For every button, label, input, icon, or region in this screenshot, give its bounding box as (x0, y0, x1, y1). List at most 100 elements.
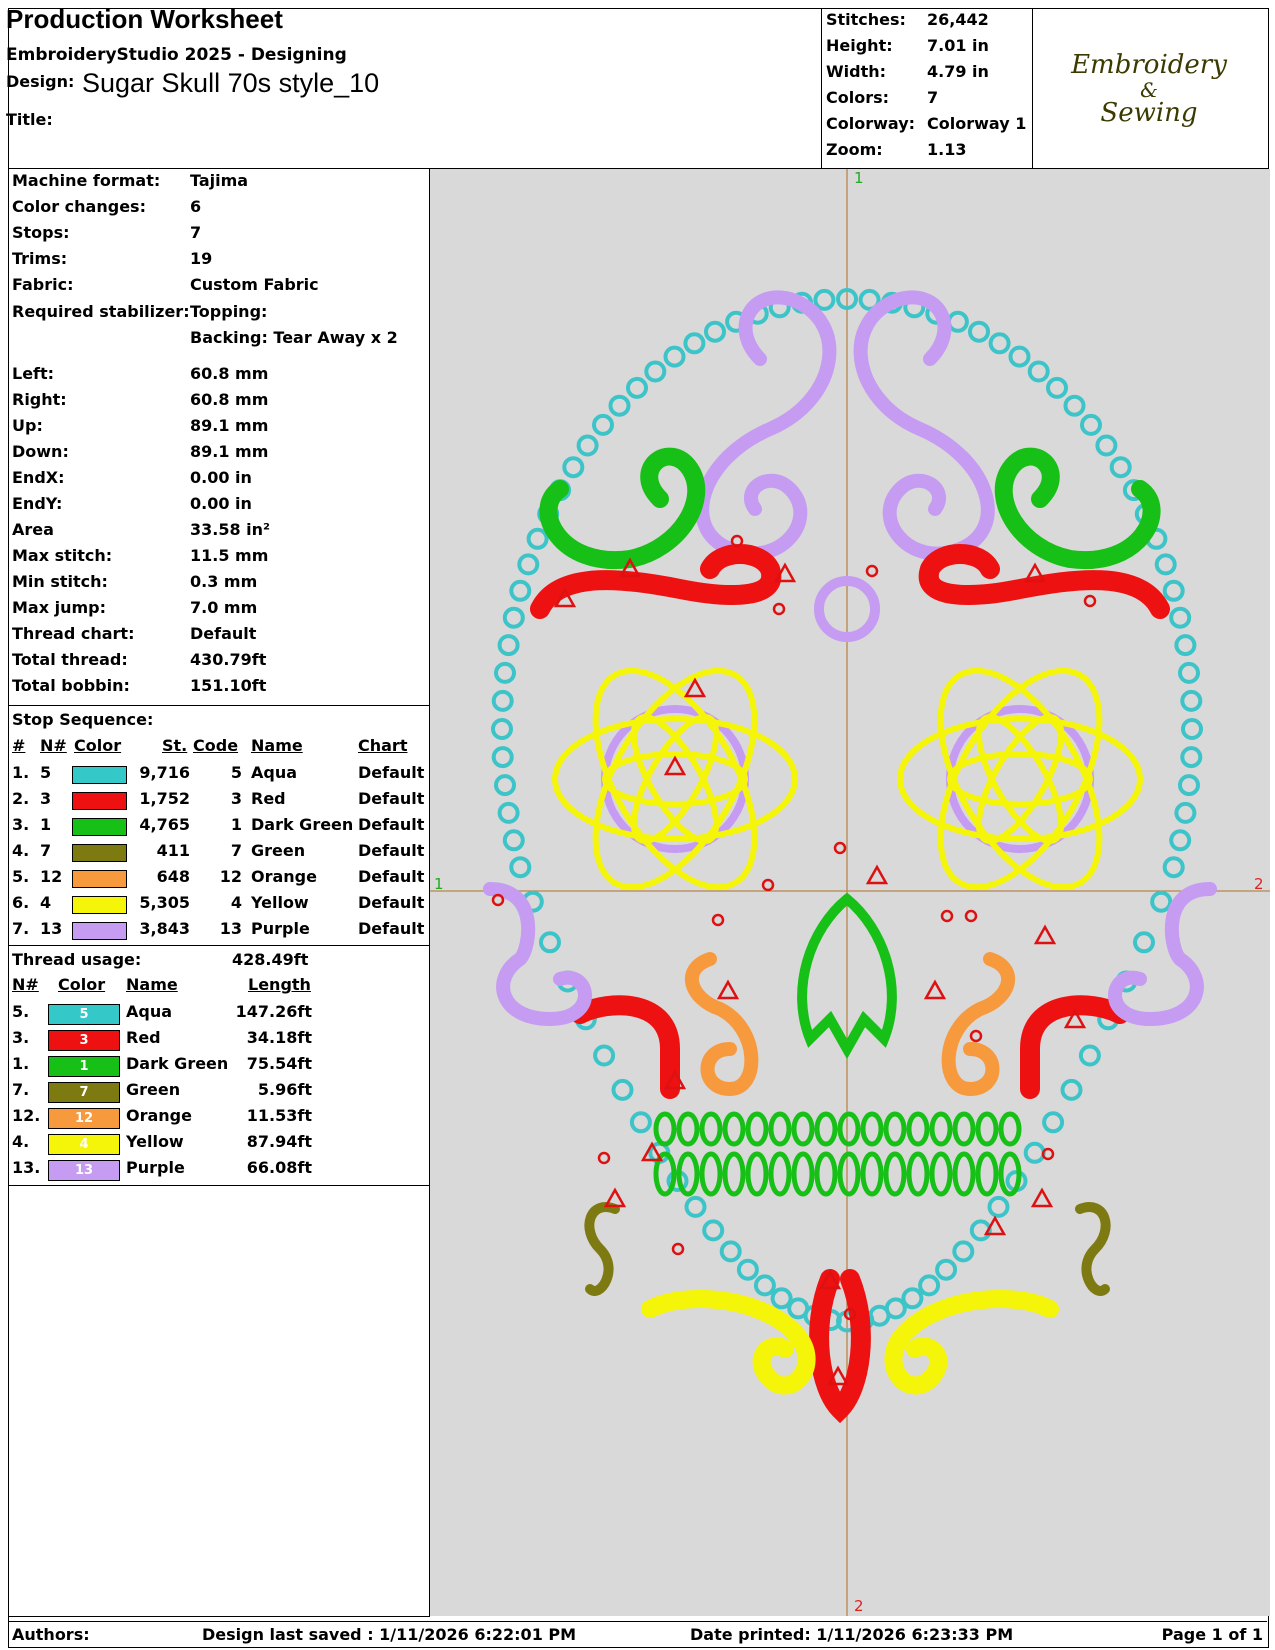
design-label: Design: (6, 72, 75, 91)
stop-chart: Default (358, 815, 425, 834)
logo-line-1: Embroidery (1070, 50, 1227, 80)
outline-dot (491, 689, 514, 712)
outline-dot (952, 1240, 975, 1263)
stop-name: Red (251, 789, 286, 808)
stop-name: Dark Green (251, 815, 354, 834)
spec-value: 89.1 mm (190, 442, 269, 461)
col-color: Color (58, 975, 106, 994)
col-chart: Chart (358, 736, 408, 755)
outline-dot (494, 661, 516, 684)
tooth (722, 1111, 746, 1147)
stop-chart: Default (358, 789, 425, 808)
spec-value: Custom Fabric (190, 275, 319, 294)
thread-needle: 4. (12, 1132, 30, 1151)
stop-stitches: 4,765 (139, 815, 190, 834)
tooth (699, 1111, 723, 1147)
spec-value: 60.8 mm (190, 364, 269, 383)
summary-value: 1.13 (927, 140, 967, 159)
outline-dot (539, 931, 561, 954)
outline-dot (1180, 689, 1203, 712)
thread-usage-header: N# Color Name Length (12, 975, 427, 1000)
stop-marker-circle (969, 1029, 983, 1043)
thread-length: 75.54ft (246, 1054, 312, 1073)
color-swatch: 13 (48, 1160, 120, 1181)
tooth (929, 1151, 953, 1197)
outline-dot (509, 579, 532, 602)
spec-value: 430.79ft (190, 650, 267, 669)
color-swatch: 12 (48, 1108, 120, 1129)
outline-dot (1027, 360, 1050, 383)
color-swatch: 7 (48, 1082, 120, 1103)
tooth (699, 1151, 723, 1197)
summary-value: 7.01 in (927, 36, 989, 55)
stop-stitches: 1,752 (139, 789, 190, 808)
stop-chart: Default (358, 919, 425, 938)
page-title: Production Worksheet (6, 4, 283, 34)
tooth (653, 1111, 677, 1147)
summary-label: Height: (826, 36, 893, 55)
stop-needle: 3 (40, 789, 52, 808)
summary-value: 4.79 in (927, 62, 989, 81)
title-label: Title: (6, 110, 53, 129)
spec-label: Required stabilizer: (12, 302, 190, 321)
summary-label: Width: (826, 62, 887, 81)
forehead-spirals (695, 290, 995, 561)
right-eye (897, 667, 1143, 891)
outline-dot (1174, 634, 1197, 657)
outline-dot (684, 1195, 707, 1218)
outline-dot (702, 1219, 725, 1242)
spec-value: 0.00 in (190, 494, 252, 513)
spec-label: Machine format: (12, 171, 161, 190)
spec-label: Total thread: (12, 650, 128, 669)
outline-dot (562, 456, 585, 479)
spec-value: Backing: Tear Away x 2 (190, 328, 398, 347)
outline-dot (704, 320, 726, 343)
stop-marker-circle (833, 841, 847, 855)
color-swatch: 5 (48, 1004, 120, 1025)
stop-chart: Default (358, 763, 425, 782)
thread-length: 11.53ft (246, 1106, 312, 1125)
stop-row: 5. 12 648 12 Orange Default (12, 867, 427, 892)
spec-value: Tajima (190, 171, 249, 190)
divider (8, 945, 430, 946)
software-name: EmbroideryStudio 2025 - Designing (6, 45, 347, 65)
thread-name: Green (126, 1080, 181, 1099)
outline-dot (1109, 456, 1132, 479)
outline-dot (608, 394, 631, 417)
stop-index: 3. (12, 815, 30, 834)
outline-dot (576, 434, 599, 457)
stop-name: Aqua (251, 763, 298, 782)
thread-name: Purple (126, 1158, 185, 1177)
stop-marker-circle (865, 564, 879, 578)
outline-dot (683, 332, 706, 355)
tooth (906, 1111, 930, 1147)
stop-stitches: 5,305 (139, 893, 190, 912)
spec-label: Fabric: (12, 275, 74, 294)
spec-label: Down: (12, 442, 69, 461)
design-preview: 1 1 2 2 (430, 169, 1270, 1616)
stop-needle: 7 (40, 841, 52, 860)
stop-marker-triangle (865, 864, 889, 885)
outline-dot (1178, 774, 1200, 797)
stop-needle: 4 (40, 893, 52, 912)
axis-label-right: 2 (1254, 875, 1264, 893)
thread-needle: 13. (12, 1158, 41, 1177)
stop-stitches: 411 (156, 841, 190, 860)
summary-label: Stitches: (826, 10, 906, 29)
color-swatch: 4 (48, 1134, 120, 1155)
thread-name: Yellow (126, 1132, 184, 1151)
color-swatch (72, 818, 127, 836)
footer: Authors: Design last saved : 1/11/2026 6… (8, 1621, 1267, 1648)
outline-dot (1154, 553, 1177, 576)
outline-dot (1180, 746, 1203, 769)
thread-row: 12. 12 Orange 11.53ft (12, 1106, 427, 1131)
stop-chart: Default (358, 867, 425, 886)
outline-dot (491, 718, 513, 740)
outline-dot (719, 1240, 742, 1263)
outline-dot (736, 1258, 759, 1281)
stop-row: 3. 1 4,765 1 Dark Green Default (12, 815, 427, 840)
outline-dot (1042, 1111, 1065, 1134)
outline-dot (1181, 718, 1203, 740)
summary-value: 7 (927, 88, 939, 107)
left-eye (552, 667, 798, 891)
